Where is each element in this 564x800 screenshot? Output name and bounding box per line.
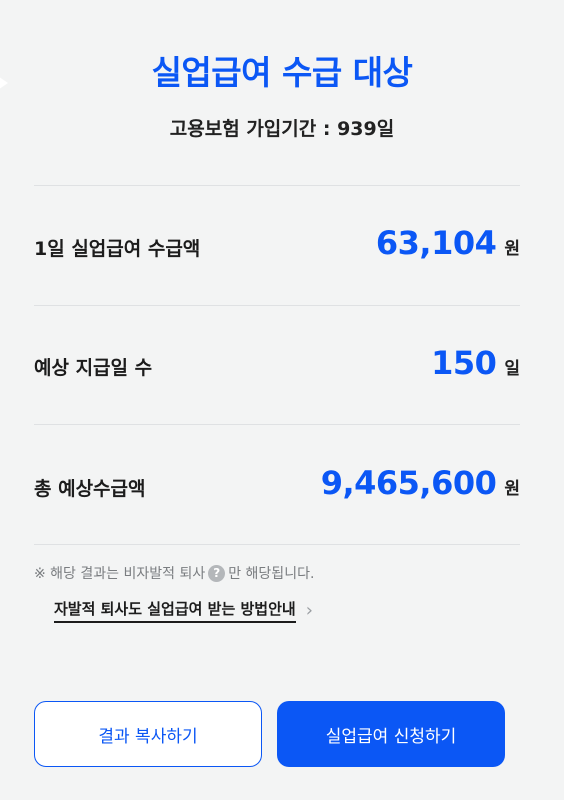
divider [34,305,520,306]
total-benefit-label: 총 예상수급액 [34,478,146,500]
daily-benefit-label: 1일 실업급여 수급액 [34,238,201,260]
disclaimer-note: ※ 해당 결과는 비자발적 퇴사 ? 만 해당됩니다. [34,563,314,583]
note-text-before: ※ 해당 결과는 비자발적 퇴사 [34,566,206,582]
daily-benefit-unit: 원 [504,239,520,259]
chevron-right-icon: › [305,600,313,621]
daily-benefit-value: 63,104 원 [376,224,520,262]
total-benefit-value: 9,465,600 원 [321,464,520,502]
help-icon[interactable]: ? [208,564,226,582]
voluntary-resignation-guide-link[interactable]: 자발적 퇴사도 실업급여 받는 방법안내 › [54,598,313,623]
copy-result-button[interactable]: 결과 복사하기 [34,701,262,767]
page-title: 실업급여 수급 대상 [151,53,413,92]
insurance-period: 고용보험 가입기간 : 939일 [169,118,395,140]
payment-days-value: 150 일 [431,344,520,382]
note-text-after: 만 해당됩니다. [228,566,315,582]
divider [34,424,520,425]
daily-benefit-amount: 63,104 [375,224,497,262]
divider [34,185,520,186]
guide-link-label[interactable]: 자발적 퇴사도 실업급여 받는 방법안내 [54,598,296,623]
total-benefit-unit: 원 [504,479,520,499]
payment-days-unit: 일 [504,359,520,379]
payment-days-label: 예상 지급일 수 [34,357,153,379]
divider [34,544,520,545]
payment-days-amount: 150 [431,344,497,382]
total-benefit-amount: 9,465,600 [320,464,497,502]
apply-benefit-button[interactable]: 실업급여 신청하기 [277,701,505,767]
